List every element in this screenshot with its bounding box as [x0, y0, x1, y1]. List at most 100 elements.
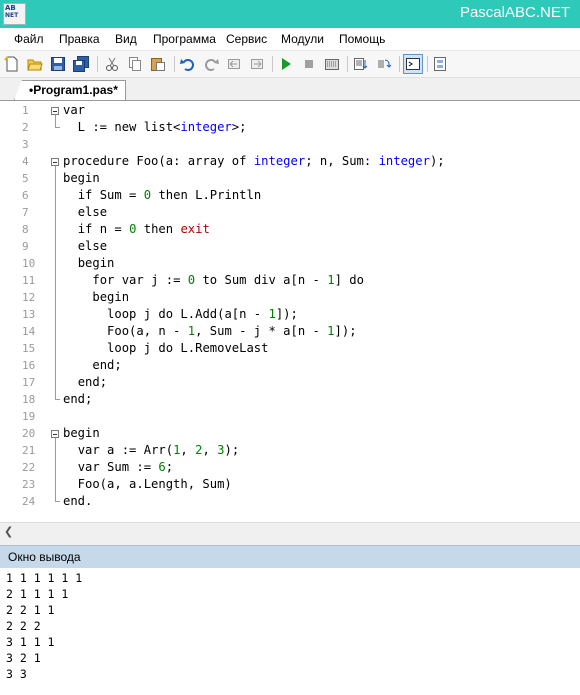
code-token: 6 [158, 460, 166, 474]
code-line[interactable]: end; [63, 391, 92, 408]
code-line[interactable]: else [63, 204, 107, 221]
code-line[interactable]: end. [63, 493, 92, 510]
line-number: 19 [22, 410, 36, 423]
redo-icon[interactable] [202, 55, 220, 73]
copy-icon[interactable] [126, 55, 144, 73]
fold-toggle-icon[interactable] [51, 430, 59, 438]
compile-icon[interactable] [323, 55, 341, 73]
line-number: 6 [22, 189, 29, 202]
menu-file[interactable]: Файл [14, 32, 44, 46]
code-token: array [187, 154, 225, 168]
code-line[interactable]: if n = 0 then exit [63, 221, 210, 238]
code-token: j [136, 307, 159, 321]
code-token: 1 [268, 307, 276, 321]
fold-toggle-icon[interactable] [51, 158, 59, 166]
line-number: 9 [22, 240, 29, 253]
code-token: 1 [187, 324, 196, 338]
code-token: Sum [217, 273, 254, 287]
code-line[interactable]: begin [63, 289, 129, 306]
new-file-icon[interactable] [3, 55, 21, 73]
open-folder-icon[interactable] [26, 55, 44, 73]
line-number: 22 [22, 461, 36, 474]
line-number: 17 [22, 376, 36, 389]
menu-service[interactable]: Сервис [226, 32, 267, 46]
code-line[interactable]: Foo(a, a.Length, Sum) [63, 476, 232, 493]
code-line[interactable]: begin [63, 255, 115, 272]
code-token: ; [114, 358, 122, 372]
code-token: L.RemoveLast [173, 341, 269, 355]
save-all-icon[interactable] [72, 55, 90, 73]
debug-step-into-icon[interactable] [352, 55, 370, 73]
code-line[interactable]: end; [63, 374, 107, 391]
code-token: to [202, 273, 218, 287]
code-token: ; [165, 460, 174, 474]
code-line[interactable]: var [63, 102, 85, 119]
code-line[interactable]: L := new list<integer>; [63, 119, 247, 136]
logo-text-top: AB [5, 4, 16, 12]
code-token: for [92, 273, 115, 287]
code-token: integer [378, 154, 430, 168]
output-window-icon[interactable] [403, 54, 423, 74]
form-designer-icon[interactable] [431, 55, 449, 73]
fold-toggle-icon[interactable] [51, 107, 59, 115]
tab-program1[interactable]: •Program1.pas* [14, 80, 126, 100]
code-token: ); [429, 154, 445, 168]
code-line[interactable]: var Sum := 6; [63, 459, 173, 476]
output-panel[interactable]: 1 1 1 1 1 1 2 1 1 1 1 2 2 1 1 2 2 2 3 1 1 1 3… [0, 568, 580, 695]
output-line: 2 2 2 [6, 619, 41, 633]
code-token: ]); [334, 324, 357, 338]
line-number: 18 [22, 393, 36, 406]
code-token: begin [92, 290, 130, 304]
navigate-back-icon[interactable] [225, 55, 243, 73]
stop-icon[interactable] [300, 55, 318, 73]
code-token: end [63, 392, 86, 406]
menu-modules[interactable]: Модули [281, 32, 324, 46]
code-line[interactable]: begin [63, 425, 100, 442]
code-line[interactable]: loop j do L.Add(a[n - 1]); [63, 306, 298, 323]
code-line[interactable]: loop j do L.RemoveLast [63, 340, 268, 357]
menu-help[interactable]: Помощь [339, 32, 385, 46]
debug-step-over-icon[interactable] [375, 55, 393, 73]
paste-icon[interactable] [149, 55, 167, 73]
code-editor[interactable]: 1 2 3 4 5 6 7 8 9 10 11 12 13 14 15 16 17 18 19 20 21 22 23 24 … [0, 101, 580, 522]
cut-icon[interactable] [103, 55, 121, 73]
run-icon[interactable] [277, 55, 295, 73]
horizontal-scrollbar[interactable]: ❮ [0, 522, 580, 540]
code-line[interactable]: begin [63, 170, 100, 187]
menu-view[interactable]: Вид [115, 32, 137, 46]
undo-icon[interactable] [179, 55, 197, 73]
menu-program[interactable]: Программа [153, 32, 216, 46]
line-number: 24 [22, 495, 36, 508]
line-number: 4 [22, 155, 29, 168]
code-line[interactable]: var a := Arr(1, 2, 3); [63, 442, 239, 459]
line-number: 2 [22, 121, 29, 134]
fold-guide [55, 115, 56, 127]
line-number: 15 [22, 342, 36, 355]
code-line[interactable]: else [63, 238, 107, 255]
code-line[interactable]: for var j := 0 to Sum div a[n - 1] do [63, 272, 364, 289]
code-token: if [77, 188, 93, 202]
code-token: integer [180, 120, 232, 134]
code-line[interactable]: Foo(a, n - 1, Sum - j * a[n - 1]); [63, 323, 357, 340]
code-token: ; [99, 375, 108, 389]
code-token: end [63, 494, 86, 508]
save-icon[interactable] [49, 55, 67, 73]
code-token: exit [180, 222, 210, 236]
code-token: j [136, 341, 159, 355]
toolbar-separator [347, 56, 348, 72]
code-line[interactable]: end; [63, 357, 122, 374]
scroll-left-arrow-icon[interactable]: ❮ [4, 525, 13, 538]
line-number: 5 [22, 172, 29, 185]
code-line[interactable]: procedure Foo(a: array of integer; n, Su… [63, 153, 445, 170]
navigate-forward-icon[interactable] [248, 55, 266, 73]
menu-edit[interactable]: Правка [59, 32, 100, 46]
code-line[interactable]: if Sum = 0 then L.Println [63, 187, 261, 204]
window-title: PascalABC.NET [459, 4, 570, 21]
